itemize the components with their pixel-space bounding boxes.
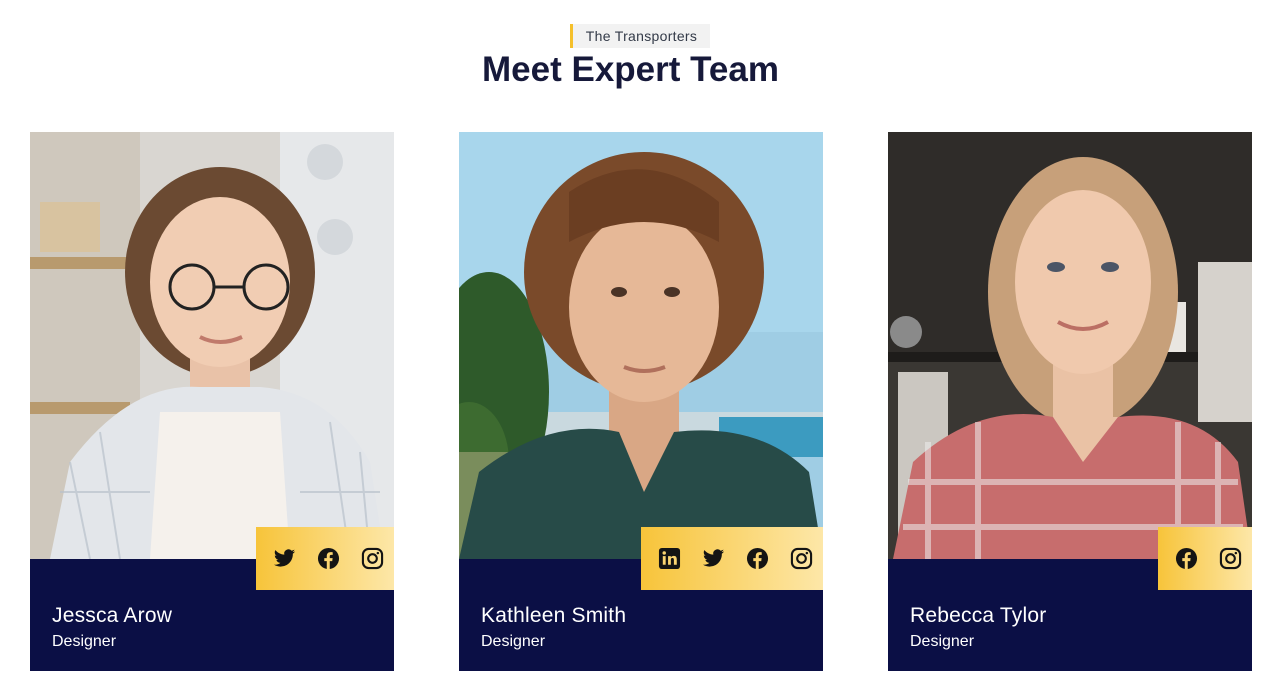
team-member-role: Designer bbox=[52, 633, 117, 650]
facebook-icon[interactable] bbox=[735, 527, 779, 590]
social-links bbox=[256, 527, 394, 590]
team-card: Kathleen Smith Designer bbox=[459, 132, 823, 671]
twitter-icon[interactable] bbox=[262, 527, 306, 590]
team-member-name: Rebecca Tylor bbox=[910, 604, 1047, 627]
team-card: Jessca Arow Designer bbox=[30, 132, 394, 671]
facebook-icon[interactable] bbox=[306, 527, 350, 590]
team-member-role: Designer bbox=[910, 633, 975, 650]
instagram-icon[interactable] bbox=[1208, 527, 1252, 590]
team-member-role: Designer bbox=[481, 633, 546, 650]
social-links bbox=[641, 527, 823, 590]
section-eyebrow: The Transporters bbox=[570, 24, 710, 48]
team-member-name: Jessca Arow bbox=[52, 604, 173, 627]
social-links bbox=[1158, 527, 1252, 590]
section-title: Meet Expert Team bbox=[482, 50, 779, 89]
facebook-icon[interactable] bbox=[1164, 527, 1208, 590]
team-member-photo bbox=[888, 132, 1252, 559]
team-card: Rebecca Tylor Designer bbox=[888, 132, 1252, 671]
linkedin-icon[interactable] bbox=[647, 527, 691, 590]
team-member-photo bbox=[459, 132, 823, 559]
instagram-icon[interactable] bbox=[350, 527, 394, 590]
instagram-icon[interactable] bbox=[779, 527, 823, 590]
twitter-icon[interactable] bbox=[691, 527, 735, 590]
team-member-name: Kathleen Smith bbox=[481, 604, 627, 627]
team-member-photo bbox=[30, 132, 394, 559]
